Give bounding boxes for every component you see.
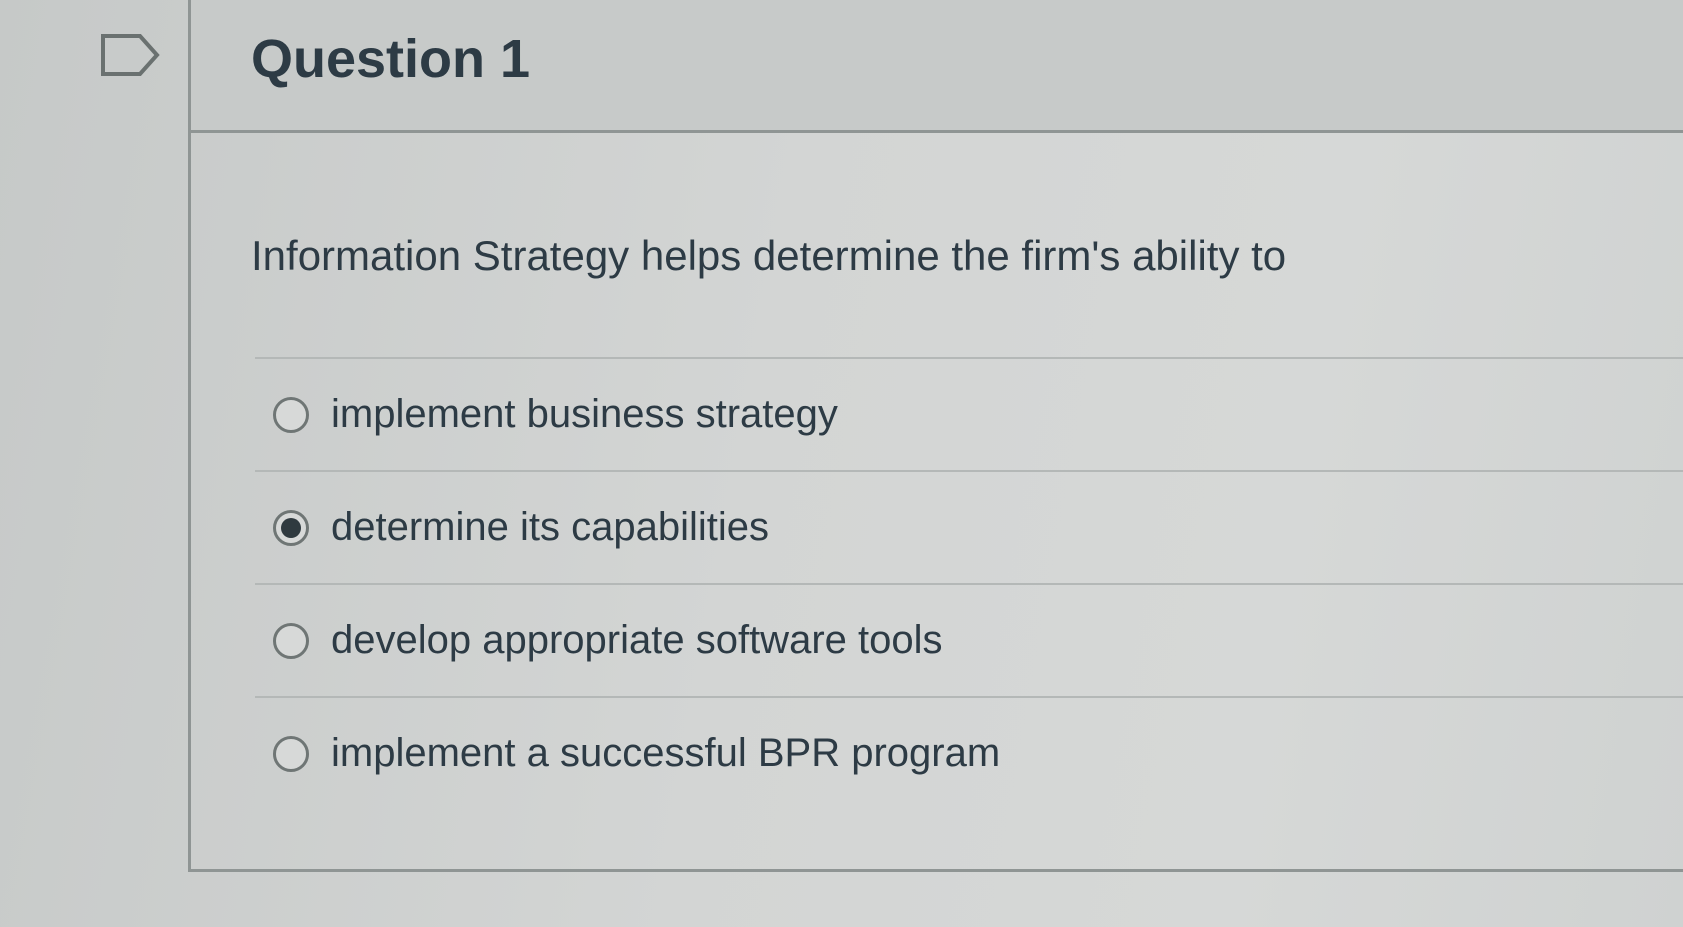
answer-option-3[interactable]: develop appropriate software tools	[255, 583, 1683, 696]
radio-button-selected[interactable]	[273, 509, 309, 546]
radio-button[interactable]	[273, 622, 309, 659]
answer-option-4[interactable]: implement a successful BPR program	[255, 696, 1683, 809]
question-title: Question 1	[251, 29, 531, 89]
answer-label[interactable]: implement a successful BPR program	[331, 731, 1000, 776]
answer-label[interactable]: develop appropriate software tools	[331, 618, 942, 663]
question-card: Question 1 Information Strategy helps de…	[188, 0, 1683, 872]
radio-button[interactable]	[273, 735, 309, 772]
answer-label[interactable]: implement business strategy	[331, 392, 838, 437]
radio-button[interactable]	[273, 396, 309, 433]
question-header: Question 1	[191, 0, 1683, 133]
answer-label[interactable]: determine its capabilities	[331, 505, 769, 550]
quiz-page: Question 1 Information Strategy helps de…	[0, 0, 1683, 927]
flag-question-icon[interactable]	[100, 33, 162, 77]
answer-option-1[interactable]: implement business strategy	[255, 357, 1683, 470]
answer-list: implement business strategy determine it…	[255, 357, 1683, 809]
question-prompt: Information Strategy helps determine the…	[251, 232, 1287, 279]
answer-option-2[interactable]: determine its capabilities	[255, 470, 1683, 583]
